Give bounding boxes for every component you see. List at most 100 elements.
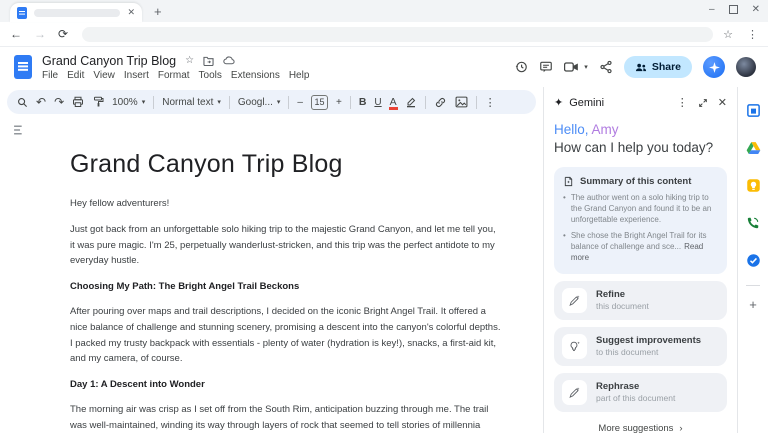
browser-menu-icon[interactable]: ⋮ — [747, 28, 758, 41]
rail-divider — [746, 285, 760, 286]
comments-icon[interactable] — [539, 60, 553, 74]
bold-button[interactable]: B — [359, 96, 367, 108]
bold-glyph: B — [358, 96, 367, 108]
more-suggestions-link[interactable]: More suggestions › — [554, 423, 727, 434]
people-icon — [635, 63, 646, 72]
redo-icon[interactable]: ↷ — [54, 95, 64, 109]
decrease-font-size-button[interactable]: – — [297, 97, 303, 108]
doc-paragraph: The morning air was crisp as I set off f… — [70, 403, 489, 431]
keep-icon[interactable] — [746, 178, 761, 193]
text-color-button[interactable]: A — [388, 97, 398, 110]
bullet-text: The author went on a solo hiking trip to… — [570, 193, 712, 224]
summary-bullet: • She chose the Bright Angel Trail for it… — [563, 231, 718, 263]
tasks-icon[interactable] — [746, 253, 761, 268]
paint-format-icon[interactable] — [92, 96, 104, 108]
bookmark-star-icon[interactable]: ☆ — [723, 28, 733, 41]
share-connections-icon[interactable] — [599, 60, 613, 74]
font-select[interactable]: Googl... ▾ — [238, 97, 281, 108]
document-page[interactable]: Grand Canyon Trip Blog Hey fellow advent… — [70, 150, 502, 433]
gemini-card-suggest-improvements[interactable]: Suggest improvements to this document — [554, 326, 727, 366]
menu-help[interactable]: Help — [289, 70, 310, 81]
doc-main-title: Grand Canyon Trip Blog — [70, 150, 343, 178]
rail-add-icon[interactable]: + — [749, 297, 757, 312]
window-controls: – ✕ — [709, 4, 760, 15]
document-body: Hey fellow adventurers! Just got back fro… — [70, 196, 502, 433]
docs-logo-icon[interactable] — [14, 55, 32, 79]
underline-glyph: U — [374, 96, 382, 108]
doc-paragraph: Just got back from an unforgettable solo… — [70, 223, 496, 267]
reload-icon[interactable]: ⟳ — [58, 27, 68, 41]
menu-file[interactable]: File — [42, 70, 58, 81]
address-bar[interactable] — [82, 26, 714, 42]
account-avatar[interactable] — [736, 57, 756, 77]
summary-bullet: • The author went on a solo hiking trip t… — [563, 193, 718, 225]
undo-icon[interactable]: ↶ — [36, 95, 46, 109]
zoom-value: 100% — [112, 96, 138, 108]
card-subtitle: part of this document — [596, 393, 676, 404]
gemini-card-refine[interactable]: Refine this document — [554, 280, 727, 320]
card-title: Suggest improvements — [596, 335, 702, 347]
document-canvas[interactable]: Grand Canyon Trip Blog Hey fellow advent… — [0, 114, 543, 433]
search-menus-icon[interactable] — [17, 97, 28, 108]
menu-edit[interactable]: Edit — [67, 70, 84, 81]
star-document-icon[interactable]: ☆ — [185, 55, 194, 66]
gemini-greeting: Hello, Amy — [554, 122, 727, 137]
cloud-status-icon[interactable] — [223, 56, 235, 65]
gemini-close-icon[interactable]: ✕ — [718, 96, 727, 109]
docs-toolbar: ↶ ↷ 100% ▾ Normal text ▾ Googl... ▾ – 15… — [7, 90, 536, 114]
insert-image-icon[interactable] — [455, 96, 468, 108]
zoom-caret-icon: ▾ — [141, 99, 146, 106]
paragraph-style-select[interactable]: Normal text ▾ — [162, 97, 221, 108]
document-title[interactable]: Grand Canyon Trip Blog — [42, 54, 176, 68]
insert-link-icon[interactable] — [434, 96, 447, 109]
increase-font-size-button[interactable]: + — [336, 97, 342, 108]
print-icon[interactable] — [72, 96, 84, 108]
summary-card[interactable]: Summary of this content • The author went… — [554, 167, 727, 274]
calendar-icon[interactable] — [746, 103, 761, 118]
menu-extensions[interactable]: Extensions — [231, 70, 280, 81]
gemini-panel-title: Gemini — [569, 96, 605, 109]
window-close-button[interactable]: ✕ — [752, 4, 760, 15]
gemini-spark-button[interactable] — [703, 56, 725, 78]
tab-close-icon[interactable]: ✕ — [127, 8, 135, 17]
zoom-select[interactable]: 100% ▾ — [112, 97, 145, 108]
doc-paragraph: After pouring over maps and trail descri… — [70, 305, 501, 365]
gemini-card-rephrase[interactable]: Rephrase part of this document — [554, 372, 727, 412]
card-subtitle: this document — [596, 301, 649, 312]
meet-caret-icon[interactable]: ▾ — [584, 63, 588, 71]
window-minimize-button[interactable]: – — [709, 4, 715, 15]
document-outline-icon[interactable] — [13, 124, 26, 136]
share-button[interactable]: Share — [623, 56, 692, 78]
bullet-glyph: • — [563, 231, 566, 241]
toolbar-more-icon[interactable]: ⋮ — [485, 96, 496, 109]
gemini-expand-icon[interactable] — [698, 98, 708, 108]
font-size-input[interactable]: 15 — [310, 94, 328, 110]
new-tab-button[interactable]: + — [154, 4, 162, 22]
menu-tools[interactable]: Tools — [199, 70, 222, 81]
bullet-glyph: • — [563, 193, 566, 202]
highlight-color-button[interactable] — [405, 96, 417, 108]
docs-header: Grand Canyon Trip Blog ☆ File Edit View Ins… — [0, 47, 768, 87]
menu-insert[interactable]: Insert — [124, 70, 149, 81]
voice-phone-icon[interactable] — [746, 216, 760, 230]
underline-button[interactable]: U — [374, 97, 381, 108]
version-history-icon[interactable] — [514, 60, 528, 74]
drive-icon[interactable] — [746, 141, 761, 155]
summary-title: Summary of this content — [580, 176, 692, 187]
menu-view[interactable]: View — [93, 70, 115, 81]
move-folder-icon[interactable] — [203, 56, 214, 66]
menu-format[interactable]: Format — [158, 70, 190, 81]
gemini-more-icon[interactable]: ⋮ — [677, 96, 688, 109]
card-subtitle: to this document — [596, 347, 659, 358]
more-suggestions-label: More suggestions — [598, 422, 674, 434]
window-maximize-button[interactable] — [728, 5, 738, 14]
lightbulb-spark-icon — [562, 333, 587, 359]
bullet-text: She chose the Bright Angel Trail for its… — [570, 231, 707, 262]
doc-paragraph: Hey fellow adventurers! — [70, 198, 170, 209]
back-icon[interactable]: ← — [10, 27, 22, 41]
meet-video-call-icon[interactable] — [564, 61, 579, 73]
pen-spark-icon — [562, 379, 587, 405]
read-more-link[interactable]: Read more — [571, 242, 703, 262]
doc-heading: Day 1: A Descent into Wonder — [70, 379, 205, 391]
browser-tab[interactable]: ✕ — [10, 3, 142, 22]
